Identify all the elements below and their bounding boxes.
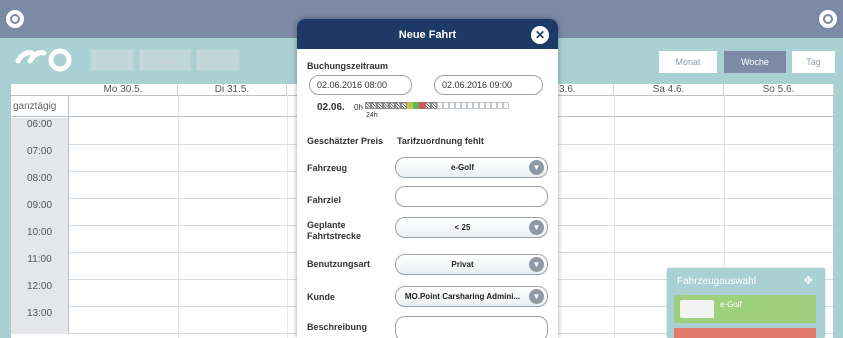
chevron-right-icon: › [216,56,220,66]
end-datetime-input[interactable]: 02.06.2016 09:00 [434,75,543,95]
vehicle-label: Fahrzeug [307,163,348,173]
car-thumbnail [680,300,714,318]
hour-label: 06:00 [11,118,69,145]
dialog-title: Neue Fahrt [398,29,457,41]
chevron-down-icon: ▼ [529,289,544,304]
start-datetime-input[interactable]: 02.06.2016 08:00 [309,75,412,95]
menu-button[interactable] [6,10,24,28]
vehicle-item-e-golf[interactable]: e-Golf [674,295,816,323]
timeline-date: 02.06. [317,102,345,113]
allday-label: ganztägig [11,96,69,118]
chevron-down-icon: ▼ [529,220,544,235]
distance-label: Geplante Fahrtstrecke [307,220,362,241]
hour-label: 08:00 [11,172,69,199]
home-button[interactable] [819,10,837,28]
destination-label: Fahrziel [307,195,342,205]
destination-input[interactable] [395,186,548,207]
timeline-bar[interactable] [365,102,515,109]
price-label: Geschätzter Preis [307,136,384,146]
view-week-button[interactable]: Woche [724,51,786,73]
view-month-button[interactable]: Monat [659,51,717,73]
today-button[interactable]: heute [139,49,191,71]
usage-label: Benutzungsart [307,259,370,269]
description-label: Beschreibung [307,322,368,332]
customer-label: Kunde [307,292,335,302]
vehicle-item-name: e-Golf [720,300,742,309]
vehicle-select-value: e-Golf [450,163,475,172]
usage-select[interactable]: Privat ▼ [395,254,548,275]
hour-label: 09:00 [11,199,69,226]
customer-select[interactable]: MO.Point Carsharing Admini... ▼ [395,286,548,307]
menu-icon [10,14,20,24]
timeline-start: 0h [354,103,363,112]
prev-week-button[interactable]: ‹ [90,49,134,71]
booking-period-label: Buchungszeitraum [307,61,389,71]
day-header: Sa 4.6. [614,84,724,95]
hour-label: 11:00 [11,253,69,280]
close-icon[interactable]: ✕ [531,26,549,44]
day-header: Mo 30.5. [69,84,178,95]
home-icon [823,14,833,24]
brand-logo [15,48,72,72]
usage-select-value: Privat [451,260,474,269]
hour-label: 10:00 [11,226,69,253]
view-day-button[interactable]: Tag [792,51,835,73]
new-trip-dialog: Neue Fahrt ✕ Buchungszeitraum 02.06.2016… [297,19,558,338]
description-input[interactable] [395,316,548,338]
chevron-down-icon: ▼ [529,257,544,272]
next-week-button[interactable]: › [196,49,240,71]
distance-select[interactable]: < 25 ▼ [395,217,548,238]
hour-label: 13:00 [11,307,69,334]
price-value: Tarifzuordnung fehlt [397,136,484,146]
distance-select-value: < 25 [454,223,471,232]
chevron-down-icon: ▼ [529,160,544,175]
hour-label: 07:00 [11,145,69,172]
hour-label: 12:00 [11,280,69,307]
dialog-header: Neue Fahrt ✕ [297,19,558,49]
vehicle-item[interactable] [674,328,816,338]
timeline-end: 24h [366,112,378,119]
day-header: So 5.6. [724,84,834,95]
chevron-left-icon: ‹ [110,56,114,66]
vehicle-selection-panel: Fahrzeugauswahl ✥ e-Golf [667,268,825,338]
customer-select-value: MO.Point Carsharing Admini... [404,292,521,301]
move-handle-icon[interactable]: ✥ [804,274,813,287]
day-header: Di 31.5. [178,84,287,95]
vehicle-panel-title: Fahrzeugauswahl [677,276,756,287]
vehicle-select[interactable]: e-Golf ▼ [395,157,548,178]
